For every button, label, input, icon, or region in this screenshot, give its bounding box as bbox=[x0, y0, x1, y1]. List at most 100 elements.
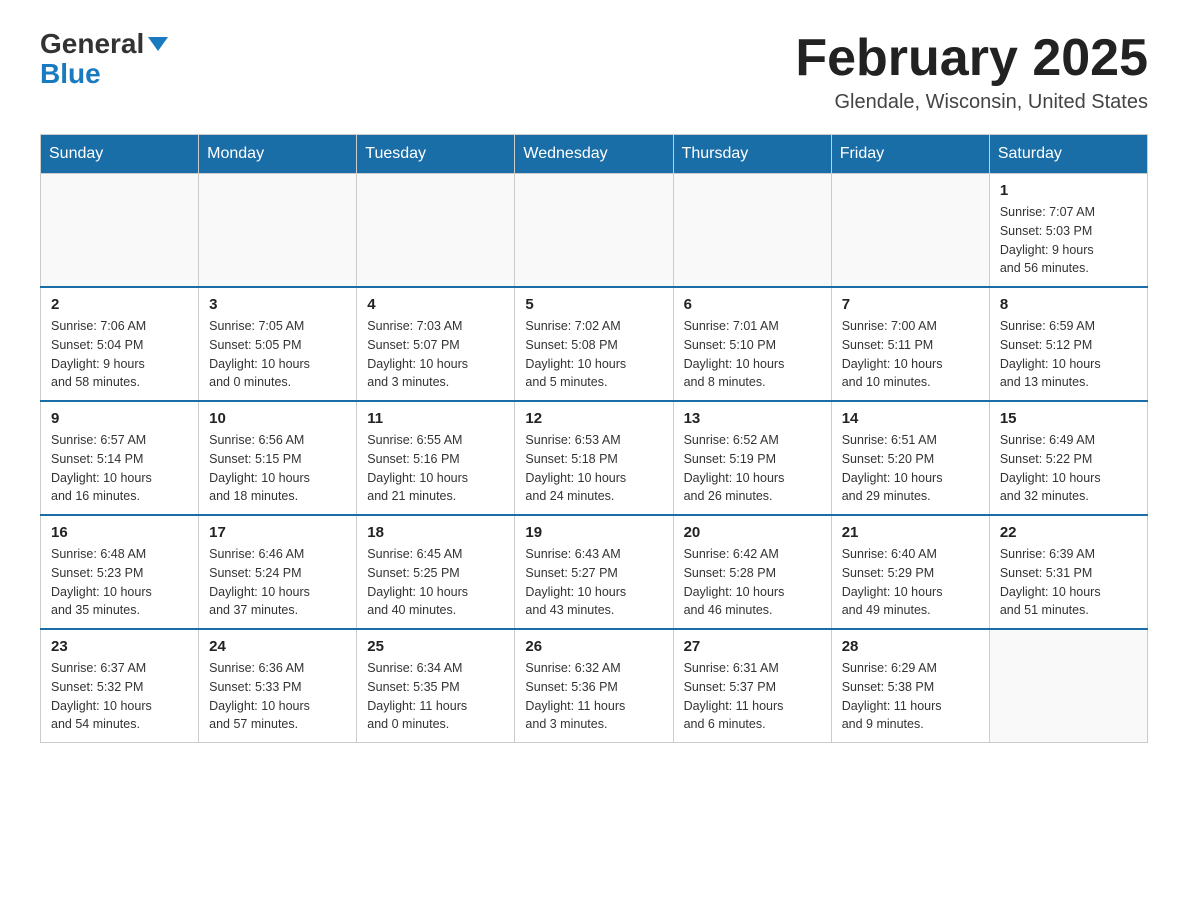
day-number: 1 bbox=[1000, 182, 1137, 199]
weekday-header-sunday: Sunday bbox=[41, 135, 199, 174]
day-info: Sunrise: 6:46 AM Sunset: 5:24 PM Dayligh… bbox=[209, 545, 346, 620]
calendar-cell-w1-d7: 1 Sunrise: 7:07 AM Sunset: 5:03 PM Daylig… bbox=[989, 174, 1147, 288]
weekday-header-saturday: Saturday bbox=[989, 135, 1147, 174]
calendar-cell-w4-d6: 21 Sunrise: 6:40 AM Sunset: 5:29 PM Dayli… bbox=[831, 515, 989, 629]
logo-triangle-icon bbox=[148, 37, 168, 51]
calendar-cell-w3-d7: 15Sunrise: 6:49 AM Sunset: 5:22 PM Dayli… bbox=[989, 401, 1147, 515]
calendar-week-2: 2 Sunrise: 7:06 AM Sunset: 5:04 PM Daylig… bbox=[41, 287, 1148, 401]
day-info: Sunrise: 7:00 AM Sunset: 5:11 PM Dayligh… bbox=[842, 317, 979, 392]
day-number: 12 bbox=[525, 410, 662, 427]
calendar-cell-w1-d5 bbox=[673, 174, 831, 288]
day-number: 4 bbox=[367, 296, 504, 313]
day-number: 20 bbox=[684, 524, 821, 541]
calendar-cell-w5-d3: 25 Sunrise: 6:34 AM Sunset: 5:35 PM Dayli… bbox=[357, 629, 515, 743]
day-info: Sunrise: 6:57 AM Sunset: 5:14 PM Dayligh… bbox=[51, 431, 188, 506]
calendar-cell-w1-d1 bbox=[41, 174, 199, 288]
calendar-cell-w2-d5: 6 Sunrise: 7:01 AM Sunset: 5:10 PM Daylig… bbox=[673, 287, 831, 401]
day-info: Sunrise: 6:59 AM Sunset: 5:12 PM Dayligh… bbox=[1000, 317, 1137, 392]
calendar-cell-w3-d2: 10 Sunrise: 6:56 AM Sunset: 5:15 PM Dayli… bbox=[199, 401, 357, 515]
day-number: 2 bbox=[51, 296, 188, 313]
day-info: Sunrise: 7:02 AM Sunset: 5:08 PM Dayligh… bbox=[525, 317, 662, 392]
calendar-cell-w3-d4: 12 Sunrise: 6:53 AM Sunset: 5:18 PM Dayli… bbox=[515, 401, 673, 515]
day-number: 21 bbox=[842, 524, 979, 541]
calendar-week-1: 1 Sunrise: 7:07 AM Sunset: 5:03 PM Daylig… bbox=[41, 174, 1148, 288]
calendar-cell-w2-d1: 2 Sunrise: 7:06 AM Sunset: 5:04 PM Daylig… bbox=[41, 287, 199, 401]
day-number: 8 bbox=[1000, 296, 1137, 313]
title-area: February 2025 Glendale, Wisconsin, Unite… bbox=[795, 30, 1148, 114]
day-info: Sunrise: 6:45 AM Sunset: 5:25 PM Dayligh… bbox=[367, 545, 504, 620]
day-number: 16 bbox=[51, 524, 188, 541]
day-info: Sunrise: 6:31 AM Sunset: 5:37 PM Dayligh… bbox=[684, 659, 821, 734]
day-info: Sunrise: 6:51 AM Sunset: 5:20 PM Dayligh… bbox=[842, 431, 979, 506]
calendar-header-row: SundayMondayTuesdayWednesdayThursdayFrid… bbox=[41, 135, 1148, 174]
day-info: Sunrise: 6:34 AM Sunset: 5:35 PM Dayligh… bbox=[367, 659, 504, 734]
day-info: Sunrise: 6:52 AM Sunset: 5:19 PM Dayligh… bbox=[684, 431, 821, 506]
day-number: 23 bbox=[51, 638, 188, 655]
calendar-week-3: 9Sunrise: 6:57 AM Sunset: 5:14 PM Daylig… bbox=[41, 401, 1148, 515]
calendar-cell-w5-d5: 27 Sunrise: 6:31 AM Sunset: 5:37 PM Dayli… bbox=[673, 629, 831, 743]
calendar-cell-w3-d5: 13 Sunrise: 6:52 AM Sunset: 5:19 PM Dayli… bbox=[673, 401, 831, 515]
day-info: Sunrise: 6:48 AM Sunset: 5:23 PM Dayligh… bbox=[51, 545, 188, 620]
calendar-table: SundayMondayTuesdayWednesdayThursdayFrid… bbox=[40, 134, 1148, 743]
calendar-cell-w1-d2 bbox=[199, 174, 357, 288]
calendar-cell-w4-d1: 16 Sunrise: 6:48 AM Sunset: 5:23 PM Dayli… bbox=[41, 515, 199, 629]
weekday-header-friday: Friday bbox=[831, 135, 989, 174]
day-number: 5 bbox=[525, 296, 662, 313]
day-number: 28 bbox=[842, 638, 979, 655]
day-number: 18 bbox=[367, 524, 504, 541]
calendar-cell-w4-d3: 18 Sunrise: 6:45 AM Sunset: 5:25 PM Dayli… bbox=[357, 515, 515, 629]
weekday-header-tuesday: Tuesday bbox=[357, 135, 515, 174]
calendar-cell-w2-d3: 4 Sunrise: 7:03 AM Sunset: 5:07 PM Daylig… bbox=[357, 287, 515, 401]
calendar-week-4: 16 Sunrise: 6:48 AM Sunset: 5:23 PM Dayli… bbox=[41, 515, 1148, 629]
day-info: Sunrise: 6:53 AM Sunset: 5:18 PM Dayligh… bbox=[525, 431, 662, 506]
calendar-cell-w1-d3 bbox=[357, 174, 515, 288]
day-number: 24 bbox=[209, 638, 346, 655]
calendar-cell-w2-d6: 7 Sunrise: 7:00 AM Sunset: 5:11 PM Daylig… bbox=[831, 287, 989, 401]
calendar-cell-w4-d2: 17 Sunrise: 6:46 AM Sunset: 5:24 PM Dayli… bbox=[199, 515, 357, 629]
day-info: Sunrise: 6:55 AM Sunset: 5:16 PM Dayligh… bbox=[367, 431, 504, 506]
day-number: 25 bbox=[367, 638, 504, 655]
calendar-cell-w4-d5: 20Sunrise: 6:42 AM Sunset: 5:28 PM Dayli… bbox=[673, 515, 831, 629]
day-number: 22 bbox=[1000, 524, 1137, 541]
page-header: General Blue February 2025 Glendale, Wis… bbox=[40, 30, 1148, 114]
calendar-cell-w4-d7: 22Sunrise: 6:39 AM Sunset: 5:31 PM Dayli… bbox=[989, 515, 1147, 629]
day-number: 7 bbox=[842, 296, 979, 313]
day-number: 11 bbox=[367, 410, 504, 427]
day-number: 26 bbox=[525, 638, 662, 655]
calendar-cell-w2-d2: 3Sunrise: 7:05 AM Sunset: 5:05 PM Daylig… bbox=[199, 287, 357, 401]
calendar-cell-w3-d1: 9Sunrise: 6:57 AM Sunset: 5:14 PM Daylig… bbox=[41, 401, 199, 515]
day-number: 10 bbox=[209, 410, 346, 427]
logo-line2: Blue bbox=[40, 60, 101, 88]
day-info: Sunrise: 6:32 AM Sunset: 5:36 PM Dayligh… bbox=[525, 659, 662, 734]
day-info: Sunrise: 6:29 AM Sunset: 5:38 PM Dayligh… bbox=[842, 659, 979, 734]
day-number: 13 bbox=[684, 410, 821, 427]
calendar-cell-w1-d6 bbox=[831, 174, 989, 288]
day-info: Sunrise: 7:05 AM Sunset: 5:05 PM Dayligh… bbox=[209, 317, 346, 392]
calendar-cell-w5-d6: 28 Sunrise: 6:29 AM Sunset: 5:38 PM Dayli… bbox=[831, 629, 989, 743]
day-info: Sunrise: 6:40 AM Sunset: 5:29 PM Dayligh… bbox=[842, 545, 979, 620]
calendar-cell-w2-d7: 8 Sunrise: 6:59 AM Sunset: 5:12 PM Daylig… bbox=[989, 287, 1147, 401]
calendar-cell-w3-d3: 11 Sunrise: 6:55 AM Sunset: 5:16 PM Dayli… bbox=[357, 401, 515, 515]
day-info: Sunrise: 6:36 AM Sunset: 5:33 PM Dayligh… bbox=[209, 659, 346, 734]
day-info: Sunrise: 6:56 AM Sunset: 5:15 PM Dayligh… bbox=[209, 431, 346, 506]
month-title: February 2025 bbox=[795, 30, 1148, 87]
day-number: 15 bbox=[1000, 410, 1137, 427]
day-info: Sunrise: 6:37 AM Sunset: 5:32 PM Dayligh… bbox=[51, 659, 188, 734]
day-number: 17 bbox=[209, 524, 346, 541]
day-number: 6 bbox=[684, 296, 821, 313]
calendar-week-5: 23 Sunrise: 6:37 AM Sunset: 5:32 PM Dayli… bbox=[41, 629, 1148, 743]
day-number: 14 bbox=[842, 410, 979, 427]
logo-line1: General bbox=[40, 30, 168, 58]
calendar-cell-w5-d4: 26 Sunrise: 6:32 AM Sunset: 5:36 PM Dayli… bbox=[515, 629, 673, 743]
calendar-cell-w4-d4: 19Sunrise: 6:43 AM Sunset: 5:27 PM Dayli… bbox=[515, 515, 673, 629]
weekday-header-wednesday: Wednesday bbox=[515, 135, 673, 174]
day-info: Sunrise: 7:06 AM Sunset: 5:04 PM Dayligh… bbox=[51, 317, 188, 392]
calendar-cell-w5-d7 bbox=[989, 629, 1147, 743]
day-info: Sunrise: 7:07 AM Sunset: 5:03 PM Dayligh… bbox=[1000, 203, 1137, 278]
day-number: 27 bbox=[684, 638, 821, 655]
weekday-header-thursday: Thursday bbox=[673, 135, 831, 174]
calendar-cell-w3-d6: 14 Sunrise: 6:51 AM Sunset: 5:20 PM Dayli… bbox=[831, 401, 989, 515]
day-info: Sunrise: 7:03 AM Sunset: 5:07 PM Dayligh… bbox=[367, 317, 504, 392]
day-info: Sunrise: 7:01 AM Sunset: 5:10 PM Dayligh… bbox=[684, 317, 821, 392]
calendar-cell-w1-d4 bbox=[515, 174, 673, 288]
